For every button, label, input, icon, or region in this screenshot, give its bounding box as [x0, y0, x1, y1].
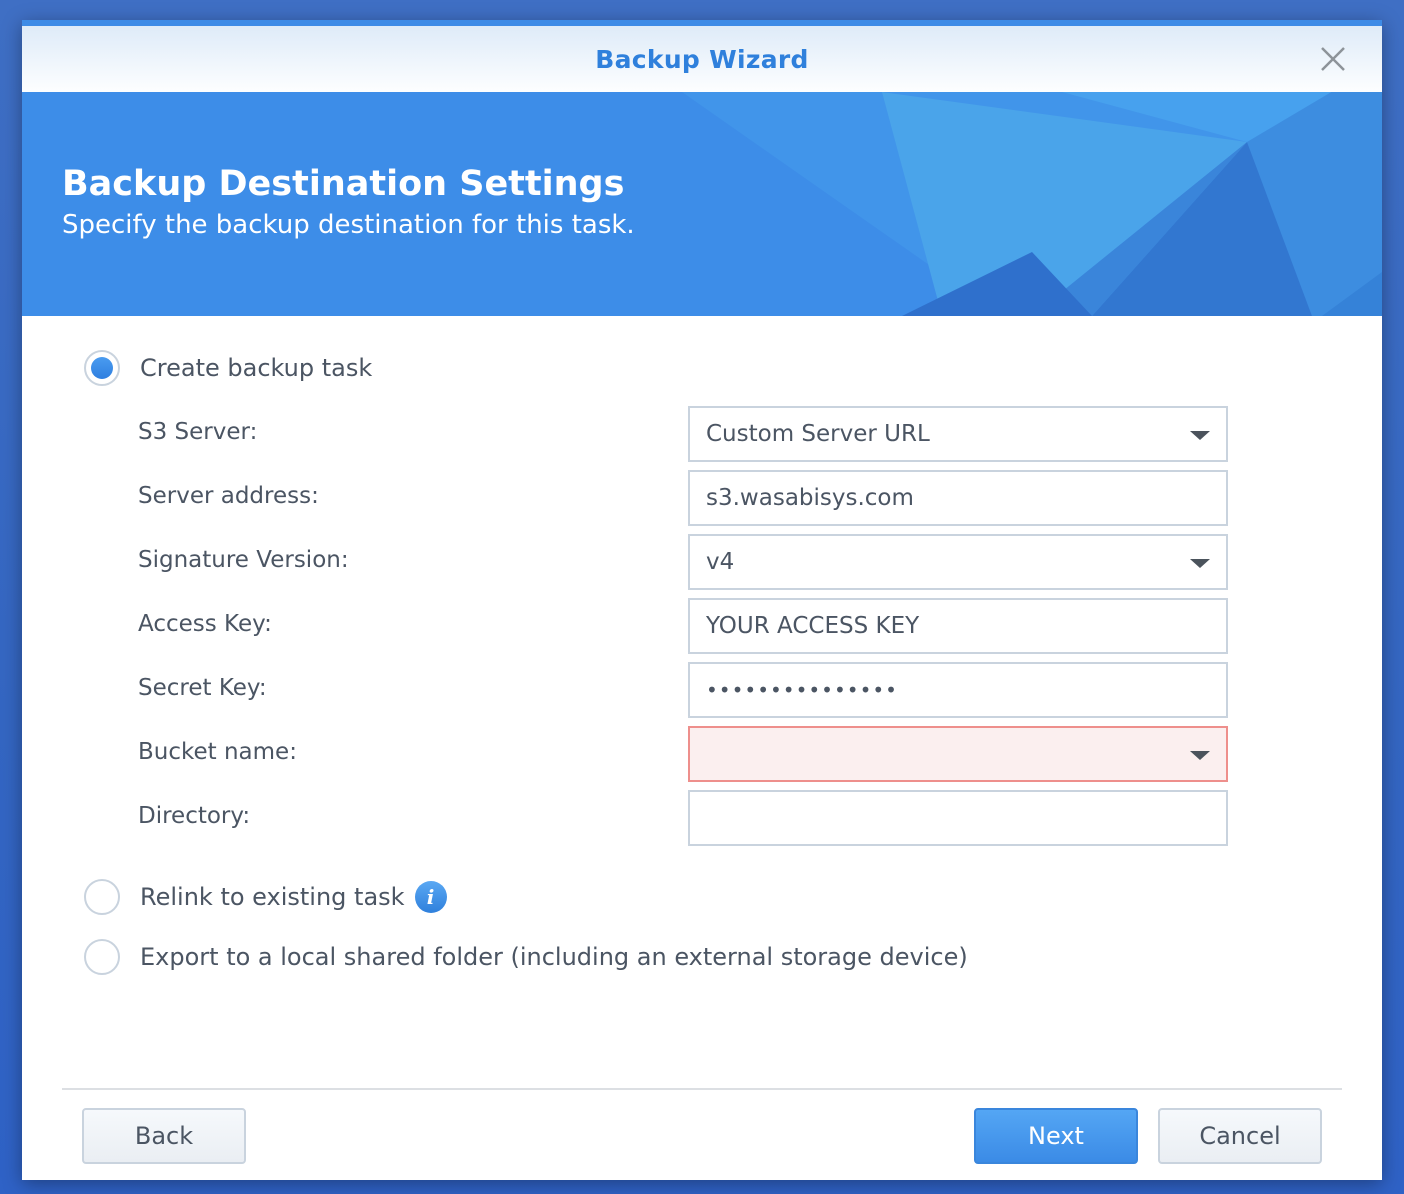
window-title: Backup Wizard [595, 44, 809, 74]
option-label: Export to a local shared folder (includi… [140, 943, 968, 971]
chevron-down-icon [1190, 559, 1210, 568]
option-create-backup-task[interactable]: Create backup task [84, 350, 372, 386]
s3-server-label: S3 Server: [138, 419, 258, 445]
radio-create-backup-task[interactable] [84, 350, 120, 386]
signature-version-label: Signature Version: [138, 547, 349, 573]
signature-version-value: v4 [706, 549, 735, 575]
access-key-label: Access Key: [138, 611, 272, 637]
radio-export-local-shared-folder[interactable] [84, 939, 120, 975]
server-address-label: Server address: [138, 483, 319, 509]
footer-divider [62, 1088, 1342, 1090]
radio-relink-existing-task[interactable] [84, 879, 120, 915]
backup-wizard-dialog: Backup Wizard Backup Destination Setting… [22, 20, 1382, 1180]
bucket-name-label: Bucket name: [138, 739, 297, 765]
server-address-input[interactable]: s3.wasabisys.com [688, 470, 1228, 526]
directory-label: Directory: [138, 803, 251, 829]
chevron-down-icon [1190, 431, 1210, 440]
directory-input[interactable] [688, 790, 1228, 846]
secret-key-input[interactable]: ••••••••••••••• [688, 662, 1228, 718]
chevron-down-icon [1190, 751, 1210, 760]
close-icon [1321, 47, 1345, 71]
secret-key-label: Secret Key: [138, 675, 267, 701]
s3-server-value: Custom Server URL [706, 421, 930, 447]
banner-heading: Backup Destination Settings [62, 164, 625, 204]
option-export-local-shared-folder[interactable]: Export to a local shared folder (includi… [84, 939, 968, 975]
option-relink-existing-task[interactable]: Relink to existing task i [84, 879, 447, 915]
content-area: Create backup task S3 Server: Custom Ser… [22, 316, 1382, 1076]
secret-key-masked-value: ••••••••••••••• [706, 678, 898, 702]
info-icon[interactable]: i [414, 881, 447, 913]
radio-selected-dot [91, 357, 113, 379]
banner-subheading: Specify the backup destination for this … [62, 210, 635, 240]
cancel-button[interactable]: Cancel [1158, 1108, 1322, 1164]
option-label: Create backup task [140, 354, 373, 382]
next-button[interactable]: Next [974, 1108, 1138, 1164]
signature-version-select[interactable]: v4 [688, 534, 1228, 590]
access-key-input[interactable]: YOUR ACCESS KEY [688, 598, 1228, 654]
title-bar: Backup Wizard [22, 26, 1382, 92]
access-key-value: YOUR ACCESS KEY [706, 613, 920, 639]
s3-server-select[interactable]: Custom Server URL [688, 406, 1228, 462]
option-label: Relink to existing task [140, 883, 405, 911]
close-button[interactable] [1318, 44, 1348, 74]
server-address-value: s3.wasabisys.com [706, 485, 914, 511]
header-banner: Backup Destination Settings Specify the … [22, 92, 1382, 316]
banner-background-pattern [22, 92, 1382, 316]
back-button[interactable]: Back [82, 1108, 246, 1164]
bucket-name-select[interactable] [688, 726, 1228, 782]
